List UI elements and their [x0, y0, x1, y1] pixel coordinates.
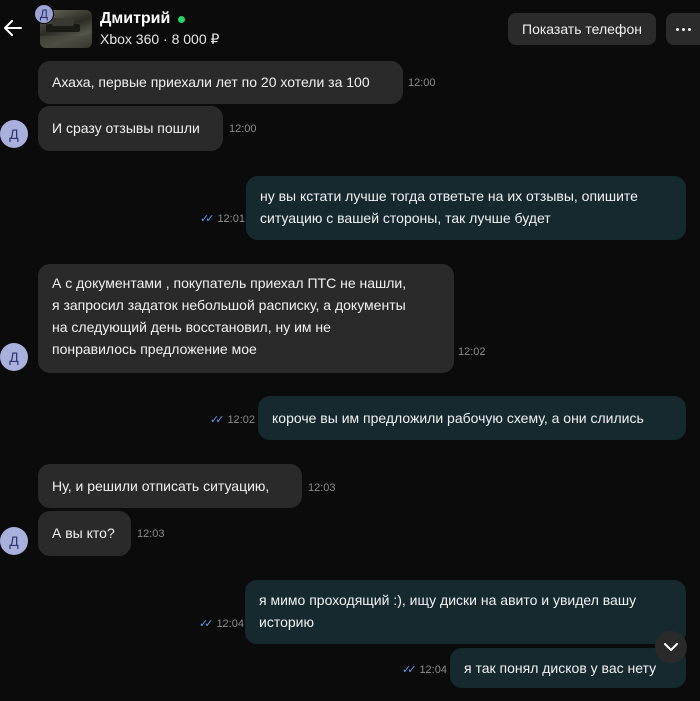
- message-text: я так понял дисков у вас нету: [464, 660, 657, 676]
- double-check-icon: ✓✓: [210, 414, 225, 426]
- message-incoming[interactable]: Ахаха, первые приехали лет по 20 хотели …: [38, 61, 403, 104]
- message-incoming[interactable]: А вы кто?: [38, 511, 131, 556]
- message-line: я мимо проходящий :), ищу диски на авито…: [259, 592, 637, 608]
- message-time: 12:00: [229, 123, 257, 135]
- message-line: ситуацию с вашей стороны, так лучше буде…: [260, 210, 551, 226]
- message-time: 12:04: [216, 617, 244, 630]
- chevron-down-icon: [664, 642, 678, 651]
- back-arrow-icon[interactable]: [2, 16, 24, 40]
- double-check-icon: ✓✓: [200, 213, 215, 225]
- message-text: А вы кто?: [52, 525, 115, 541]
- message-outgoing[interactable]: ну вы кстати лучше тогда ответьте на их …: [246, 176, 686, 240]
- double-check-icon: ✓✓: [402, 664, 417, 676]
- message-time: 12:00: [408, 77, 436, 89]
- sender-avatar[interactable]: Д: [0, 343, 28, 371]
- message-time: 12:04: [419, 663, 447, 676]
- message-incoming[interactable]: А с документами , покупатель приехал ПТС…: [38, 264, 454, 373]
- show-phone-button[interactable]: Показать телефон: [508, 13, 656, 45]
- message-line: А с документами , покупатель приехал ПТС…: [52, 275, 407, 291]
- message-time: 12:02: [458, 346, 486, 358]
- contact-name-row[interactable]: Дмитрий: [100, 10, 186, 28]
- message-incoming[interactable]: Ну, и решили отписать ситуацию,: [38, 464, 302, 508]
- message-incoming[interactable]: И сразу отзывы пошли: [38, 106, 223, 151]
- chat-header: Д Дмитрий Xbox 360 · 8 000 ₽ Показать те…: [0, 0, 700, 58]
- message-time: 12:03: [308, 482, 336, 494]
- listing-thumbnail[interactable]: Д: [34, 4, 94, 50]
- message-text: Ну, и решили отписать ситуацию,: [52, 478, 270, 494]
- sender-avatar[interactable]: Д: [0, 120, 28, 148]
- listing-title[interactable]: Xbox 360 · 8 000 ₽: [100, 31, 219, 48]
- message-time: 12:02: [227, 413, 255, 426]
- message-outgoing[interactable]: я мимо проходящий :), ищу диски на авито…: [245, 580, 686, 644]
- message-status: ✓✓ 12:01: [200, 212, 245, 226]
- message-text: Ахаха, первые приехали лет по 20 хотели …: [52, 74, 370, 90]
- message-time: 12:03: [137, 528, 165, 540]
- message-status: ✓✓ 12:02: [210, 413, 255, 427]
- message-outgoing[interactable]: я так понял дисков у вас нету: [450, 648, 686, 688]
- message-line: историю: [259, 614, 314, 630]
- message-status: ✓✓ 12:04: [402, 663, 447, 677]
- sender-avatar[interactable]: Д: [0, 527, 28, 555]
- message-outgoing[interactable]: короче вы им предложили рабочую схему, а…: [258, 396, 686, 440]
- message-status: ✓✓ 12:04: [199, 617, 244, 631]
- message-line: ну вы кстати лучше тогда ответьте на их …: [260, 188, 638, 204]
- message-line: понравилось предложение мое: [52, 341, 257, 357]
- message-text: короче вы им предложили рабочую схему, а…: [272, 410, 644, 426]
- scroll-down-button[interactable]: [655, 631, 687, 663]
- message-line: на следующий день восстановил, ну им не: [52, 319, 331, 335]
- message-line: я запросил задаток небольшой расписку, а…: [52, 297, 406, 313]
- message-time: 12:01: [217, 212, 245, 225]
- message-text: И сразу отзывы пошли: [52, 120, 200, 136]
- double-check-icon: ✓✓: [199, 618, 214, 630]
- contact-name: Дмитрий: [100, 10, 171, 27]
- more-dots-icon[interactable]: [666, 13, 700, 45]
- online-indicator: [178, 15, 186, 23]
- contact-avatar-badge: Д: [34, 4, 54, 24]
